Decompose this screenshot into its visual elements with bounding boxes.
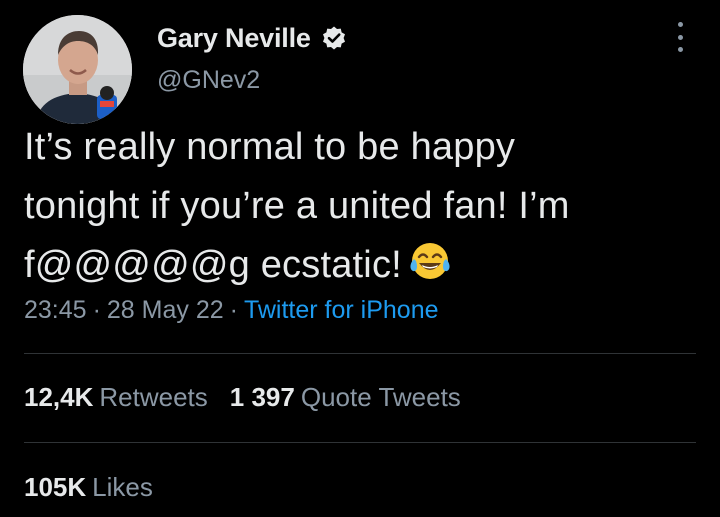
likes-stat[interactable]: 105K Likes: [24, 472, 153, 502]
likes-count: 105K: [24, 472, 87, 502]
engagement-stats: 12,4K Retweets 1 397 Quote Tweets: [24, 382, 461, 413]
tweet-date[interactable]: 28 May 22: [107, 296, 224, 324]
meta-separator: ·: [92, 296, 101, 324]
more-dot: [677, 22, 683, 27]
display-name[interactable]: Gary Neville: [157, 23, 311, 54]
tweet-time[interactable]: 23:45: [24, 296, 87, 324]
meta-separator: ·: [229, 296, 238, 324]
face-with-tears-of-joy-icon: [408, 239, 452, 283]
verified-badge-icon: [321, 25, 347, 51]
author-name-row[interactable]: Gary Neville: [157, 20, 347, 56]
retweets-stat[interactable]: 12,4K Retweets: [24, 382, 208, 412]
quote-tweets-count: 1 397: [229, 382, 295, 412]
tweet-source-link[interactable]: Twitter for iPhone: [244, 296, 439, 324]
tweet-text-line: tonight if you’re a united fan! I’m: [24, 185, 570, 227]
more-dot: [677, 47, 683, 52]
divider: [24, 353, 696, 354]
more-options-icon[interactable]: [670, 22, 690, 52]
more-dot: [677, 34, 683, 40]
retweets-label: Retweets: [99, 382, 208, 412]
retweets-count: 12,4K: [24, 382, 94, 412]
tweet-text-line-last: f@@@@@g ecstatic!: [24, 236, 694, 295]
quote-tweets-stat[interactable]: 1 397 Quote Tweets: [230, 382, 461, 412]
tweet-text: It’s really normal to be happy tonight i…: [24, 118, 694, 295]
tweet-text-line: It’s really normal to be happy: [24, 126, 516, 168]
user-handle[interactable]: @GNev2: [157, 66, 260, 95]
likes-label: Likes: [92, 472, 153, 502]
divider: [24, 442, 696, 443]
avatar[interactable]: [23, 15, 132, 124]
avatar-photo: [23, 15, 132, 124]
likes-stat-row: 105K Likes: [24, 472, 153, 503]
tweet-detail: Gary Neville @GNev2 It’s really normal t…: [0, 0, 720, 517]
quote-tweets-label: Quote Tweets: [300, 382, 461, 412]
tweet-meta: 23:45 · 28 May 22 · Twitter for iPhone: [24, 296, 439, 325]
tweet-text-line-content: f@@@@@g ecstatic!: [24, 244, 402, 286]
